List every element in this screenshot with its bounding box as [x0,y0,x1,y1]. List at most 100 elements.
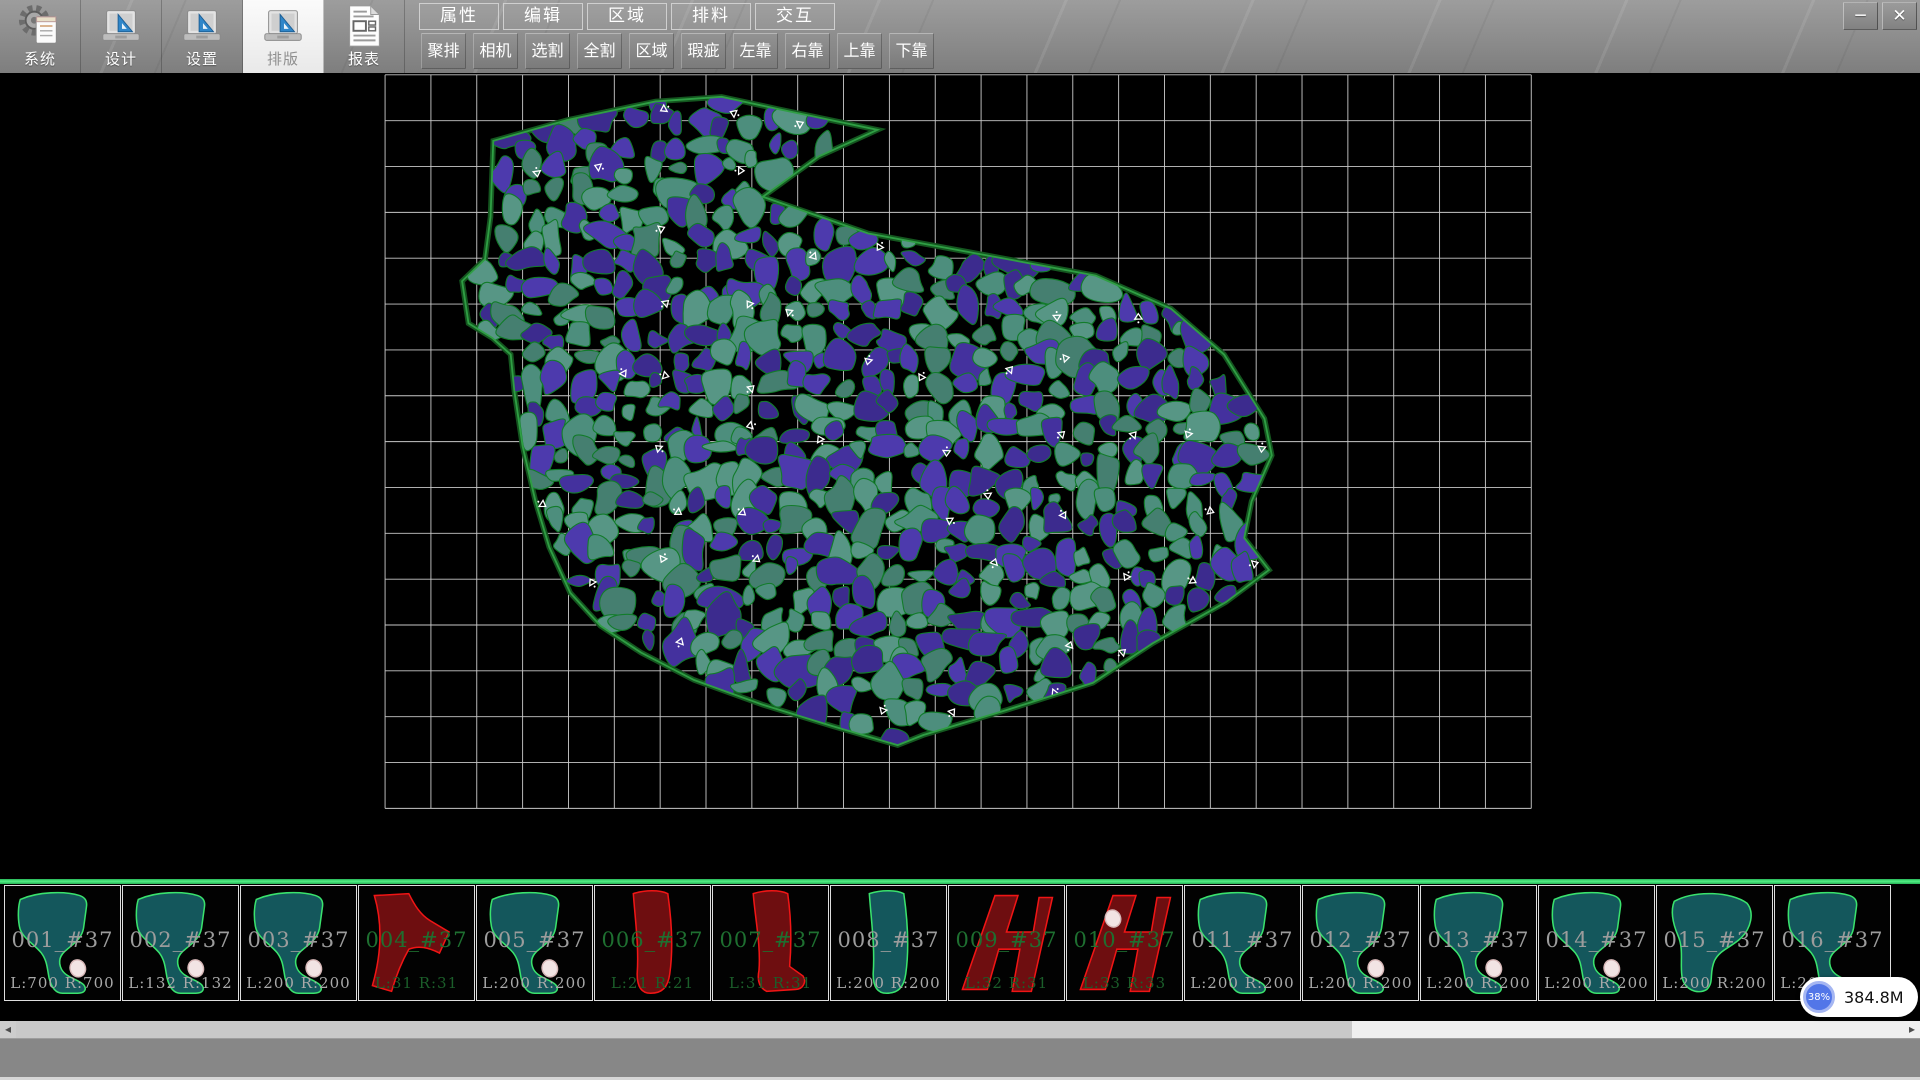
nested-pieces [467,90,1274,757]
piece-thumbnail-011_#37[interactable]: 011_#37 L:200 R:200 [1184,885,1301,1001]
toolbar-mode-button-1[interactable]: 设计 [81,0,162,73]
action-button-7[interactable]: 右靠 [785,33,830,69]
piece-thumbnail-006_#37[interactable]: 006_#37 L:21 R:21 [594,885,711,1001]
main-icon-bar: 系统 设计 设置 排版 [0,0,405,73]
piece-thumbnail-004_#37[interactable]: 004_#37 L:31 R:31 [358,885,475,1001]
piece-id-label: 006_#37 [595,928,710,952]
toolbar-mode-label: 排版 [267,49,299,69]
scroll-left-icon[interactable]: ◂ [0,1021,16,1038]
action-button-4[interactable]: 区域 [629,33,674,69]
toolbar: 系统 设计 设置 排版 [0,0,1920,73]
toolbar-mode-label: 系统 [24,49,56,69]
piece-lr-label: L:200 R:200 [477,974,592,992]
piece-lr-label: L:31 R:31 [359,974,474,992]
piece-marker-icon [734,167,744,175]
piece-lr-label: L:32 R:31 [949,974,1064,992]
nesting-canvas[interactable] [0,73,1920,879]
piece-thumbnail-002_#37[interactable]: 002_#37 L:132 R:132 [122,885,239,1001]
horizontal-scrollbar[interactable]: ◂ ▸ [0,1021,1920,1038]
close-button[interactable]: ✕ [1882,2,1917,30]
strip-separator [0,879,1920,884]
action-button-6[interactable]: 左靠 [733,33,778,69]
piece-lr-label: L:200 R:200 [831,974,946,992]
action-button-3[interactable]: 全割 [577,33,622,69]
action-button-row: 聚排相机选割全割区域瑕疵左靠右靠上靠下靠 [421,33,934,69]
piece-id-label: 005_#37 [477,928,592,952]
piece-id-label: 001_#37 [5,928,120,952]
toolbar-mode-label: 报表 [348,49,380,69]
action-button-5[interactable]: 瑕疵 [681,33,726,69]
piece-thumbnail-008_#37[interactable]: 008_#37 L:200 R:200 [830,885,947,1001]
piece-id-label: 010_#37 [1067,928,1182,952]
design-ruler-icon [98,3,144,49]
download-progress-pill[interactable]: 38% 384.8M [1800,977,1918,1017]
piece-thumbnail-014_#37[interactable]: 014_#37 L:200 R:200 [1538,885,1655,1001]
progress-circle: 38% [1803,981,1835,1013]
piece-marker-icon [1203,506,1215,516]
menu-tab-0[interactable]: 属性 [419,3,499,30]
piece-id-label: 002_#37 [123,928,238,952]
piece-thumbnail-strip: 001_#37 L:700 R:700 002_#37 L:132 R:132 … [0,885,1920,1001]
piece-id-label: 008_#37 [831,928,946,952]
action-button-8[interactable]: 上靠 [837,33,882,69]
scroll-right-icon[interactable]: ▸ [1904,1021,1920,1038]
piece-id-label: 004_#37 [359,928,474,952]
piece-lr-label: L:200 R:200 [1303,974,1418,992]
piece-thumbnail-007_#37[interactable]: 007_#37 L:31 R:31 [712,885,829,1001]
piece-thumbnail-003_#37[interactable]: 003_#37 L:200 R:200 [240,885,357,1001]
download-size-label: 384.8M [1844,988,1904,1007]
report-doc-icon [341,3,387,49]
toolbar-mode-button-4[interactable]: 报表 [324,0,405,73]
piece-id-label: 011_#37 [1185,928,1300,952]
system-gear-icon [17,3,63,49]
piece-id-label: 013_#37 [1421,928,1536,952]
menu-tab-4[interactable]: 交互 [755,3,835,30]
piece-lr-label: L:200 R:200 [1657,974,1772,992]
menu-tab-row: 属性编辑区域排料交互 [419,3,835,30]
menu-tab-2[interactable]: 区域 [587,3,667,30]
canvas-svg [0,73,1920,879]
piece-thumbnail-001_#37[interactable]: 001_#37 L:700 R:700 [4,885,121,1001]
piece-id-label: 014_#37 [1539,928,1654,952]
piece-thumbnail-010_#37[interactable]: 010_#37 L:33 R:33 [1066,885,1183,1001]
status-bar [0,1038,1920,1077]
piece-thumbnail-015_#37[interactable]: 015_#37 L:200 R:200 [1656,885,1773,1001]
piece-lr-label: L:33 R:33 [1067,974,1182,992]
piece-lr-label: L:200 R:200 [241,974,356,992]
toolbar-mode-label: 设置 [186,49,218,69]
piece-id-label: 003_#37 [241,928,356,952]
piece-thumbnail-005_#37[interactable]: 005_#37 L:200 R:200 [476,885,593,1001]
window-buttons: ─ ✕ [1843,2,1917,30]
piece-thumbnail-009_#37[interactable]: 009_#37 L:32 R:31 [948,885,1065,1001]
toolbar-mode-button-2[interactable]: 设置 [162,0,243,73]
piece-lr-label: L:200 R:200 [1185,974,1300,992]
piece-lr-label: L:21 R:21 [595,974,710,992]
action-button-0[interactable]: 聚排 [421,33,466,69]
piece-lr-label: L:132 R:132 [123,974,238,992]
settings-ruler-icon [179,3,225,49]
piece-id-label: 007_#37 [713,928,828,952]
piece-id-label: 015_#37 [1657,928,1772,952]
piece-marker-icon [746,420,757,430]
piece-id-label: 009_#37 [949,928,1064,952]
toolbar-mode-label: 设计 [105,49,137,69]
piece-thumbnail-012_#37[interactable]: 012_#37 L:200 R:200 [1302,885,1419,1001]
piece-lr-label: L:200 R:200 [1421,974,1536,992]
scrollbar-thumb[interactable] [16,1021,1352,1038]
piece-thumbnail-013_#37[interactable]: 013_#37 L:200 R:200 [1420,885,1537,1001]
menu-tab-3[interactable]: 排料 [671,3,751,30]
piece-id-label: 016_#37 [1775,928,1890,952]
action-button-1[interactable]: 相机 [473,33,518,69]
strip-bottom-gap [0,1001,1920,1021]
piece-id-label: 012_#37 [1303,928,1418,952]
action-button-9[interactable]: 下靠 [889,33,934,69]
toolbar-mode-button-3[interactable]: 排版 [243,0,324,73]
toolbar-mode-button-0[interactable]: 系统 [0,0,81,73]
piece-lr-label: L:31 R:31 [713,974,828,992]
nesting-ruler-icon [260,3,306,49]
minimize-button[interactable]: ─ [1843,2,1878,30]
menu-tab-1[interactable]: 编辑 [503,3,583,30]
piece-lr-label: L:700 R:700 [5,974,120,992]
action-button-2[interactable]: 选割 [525,33,570,69]
piece-lr-label: L:200 R:200 [1539,974,1654,992]
